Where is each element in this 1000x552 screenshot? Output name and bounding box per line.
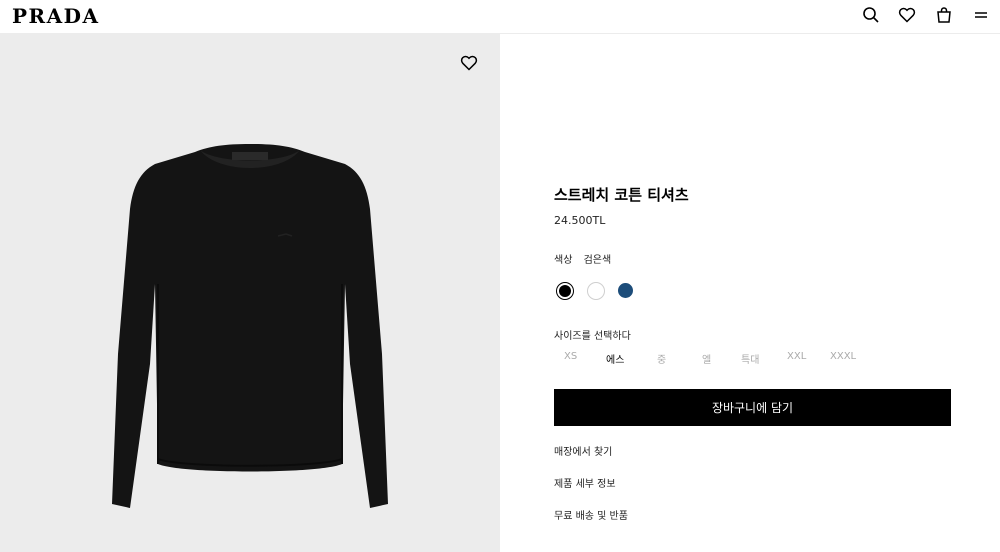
size-selector: XS 에스 중 엘 특대 XXL XXXL bbox=[554, 351, 884, 366]
size-xxxl[interactable]: XXXL bbox=[830, 351, 856, 362]
prada-logo[interactable]: PRADA bbox=[12, 4, 100, 28]
color-label: 색상 bbox=[554, 255, 573, 266]
wishlist-heart-icon[interactable] bbox=[460, 54, 478, 72]
swatch-black[interactable] bbox=[556, 282, 574, 300]
swatch-black-fill bbox=[559, 285, 571, 297]
size-xxl[interactable]: XXL bbox=[787, 351, 806, 362]
product-price: 24.500TL bbox=[554, 214, 606, 227]
product-gallery bbox=[0, 34, 500, 552]
product-info: 스트레치 코튼 티셔츠 24.500TL 색상 검은색 사이즈를 선택하다 XS… bbox=[500, 34, 1000, 552]
size-label: 사이즈를 선택하다 bbox=[554, 331, 631, 342]
product-image bbox=[100, 134, 400, 544]
color-row: 색상 검은색 bbox=[554, 251, 619, 266]
size-xs[interactable]: XS bbox=[564, 351, 577, 362]
add-to-cart-button[interactable]: 장바구니에 담기 bbox=[554, 389, 951, 426]
size-m[interactable]: 중 bbox=[657, 351, 666, 366]
heart-icon[interactable] bbox=[898, 6, 916, 24]
product-details-link[interactable]: 제품 세부 정보 bbox=[554, 475, 616, 490]
menu-icon[interactable] bbox=[972, 6, 990, 24]
size-s[interactable]: 에스 bbox=[606, 351, 624, 366]
search-icon[interactable] bbox=[862, 6, 880, 24]
size-l[interactable]: 엘 bbox=[702, 351, 711, 366]
size-xl[interactable]: 특대 bbox=[741, 351, 759, 366]
swatch-navy[interactable] bbox=[618, 283, 633, 298]
color-value: 검은색 bbox=[583, 255, 612, 266]
bag-icon[interactable] bbox=[935, 6, 953, 24]
shipping-returns-link[interactable]: 무료 배송 및 반품 bbox=[554, 507, 628, 522]
swatch-white[interactable] bbox=[587, 282, 605, 300]
product-title: 스트레치 코튼 티셔츠 bbox=[554, 186, 689, 204]
header: PRADA bbox=[0, 0, 1000, 34]
find-in-store-link[interactable]: 매장에서 찾기 bbox=[554, 443, 612, 458]
